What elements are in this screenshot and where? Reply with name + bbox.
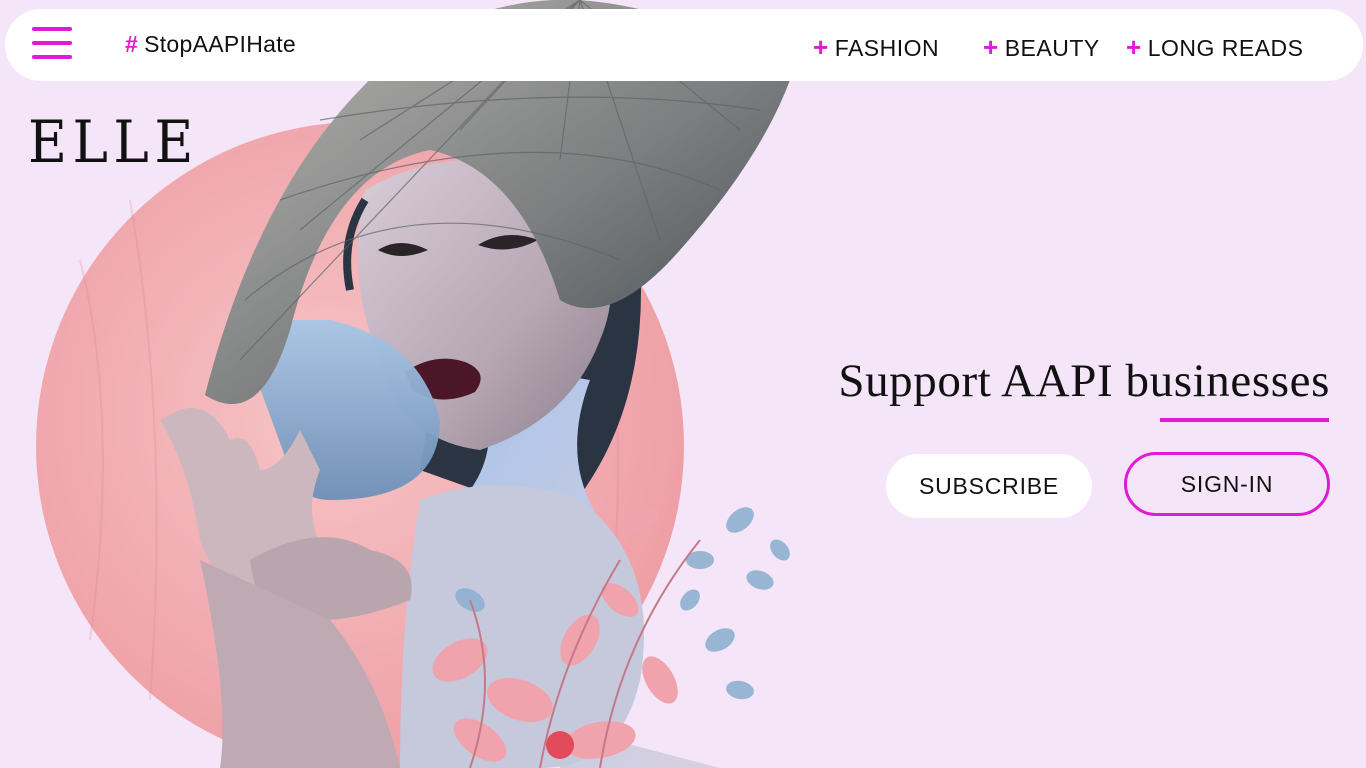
top-nav-bar: # StopAAPIHate + FASHION + BEAUTY + LONG REA… — [5, 9, 1363, 81]
nav-item-label: BEAUTY — [1004, 35, 1100, 61]
hamburger-menu-icon[interactable] — [32, 27, 74, 63]
sign-in-label: SIGN-IN — [1180, 470, 1274, 497]
flowers-decoration — [432, 507, 790, 768]
pink-circle-shape — [36, 122, 684, 768]
hashtag-link[interactable]: # StopAAPIHate — [125, 31, 296, 58]
nav-item-fashion[interactable]: + FASHION — [813, 32, 939, 63]
headline-underline — [1160, 418, 1329, 422]
menu-line — [32, 55, 72, 59]
elle-logo[interactable]: ELLE — [28, 108, 199, 176]
plus-icon: + — [983, 32, 999, 62]
sign-in-button[interactable]: SIGN-IN — [1124, 452, 1330, 516]
menu-line — [32, 27, 72, 31]
nav-item-long-reads[interactable]: + LONG READS — [1126, 32, 1304, 63]
hash-icon: # — [125, 31, 139, 57]
subscribe-button[interactable]: SUBSCRIBE — [886, 454, 1092, 518]
subscribe-label: SUBSCRIBE — [918, 472, 1060, 499]
hashtag-label: StopAAPIHate — [144, 31, 297, 57]
plus-icon: + — [1126, 32, 1142, 62]
plus-icon: + — [813, 32, 829, 62]
nav-item-label: LONG READS — [1147, 35, 1304, 61]
nav-item-beauty[interactable]: + BEAUTY — [983, 32, 1100, 63]
nav-item-label: FASHION — [834, 35, 940, 61]
hero-headline: Support AAPI businesses — [838, 355, 1330, 407]
menu-line — [32, 41, 72, 45]
